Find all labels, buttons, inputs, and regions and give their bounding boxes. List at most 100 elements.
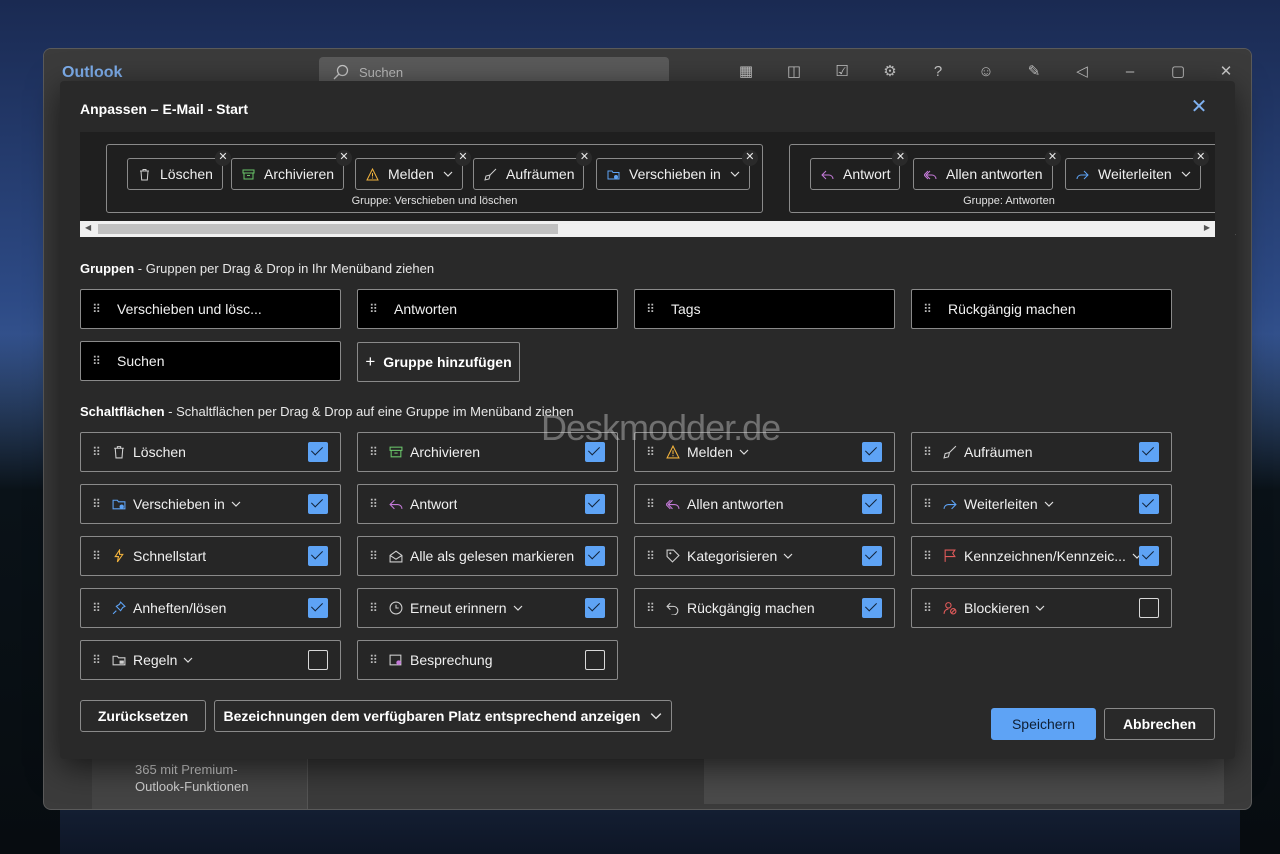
close-window-icon[interactable]: ✕ xyxy=(1213,61,1239,83)
maximize-icon[interactable]: ▢ xyxy=(1165,61,1191,83)
scroll-left-icon[interactable]: ◀ xyxy=(85,223,91,232)
button-card[interactable]: ⠿ Anheften/lösen xyxy=(80,588,341,628)
reply-icon xyxy=(820,167,834,181)
qr-icon[interactable]: ▦ xyxy=(733,61,759,83)
drag-handle-icon[interactable]: ⠿ xyxy=(358,601,388,615)
drag-handle-icon[interactable]: ⠿ xyxy=(635,302,665,316)
tasks-icon[interactable]: ☑ xyxy=(829,61,855,83)
gear-icon[interactable]: ⚙ xyxy=(877,61,903,83)
remove-icon[interactable]: ✕ xyxy=(1192,150,1209,166)
feedback-icon[interactable]: ✎ xyxy=(1021,61,1047,83)
ribbon-button-reply[interactable]: Antwort ✕ xyxy=(810,150,909,190)
help-icon[interactable]: ? xyxy=(925,61,951,83)
drag-handle-icon[interactable]: ⠿ xyxy=(81,601,111,615)
checkbox[interactable] xyxy=(1139,546,1159,566)
button-card[interactable]: ⠿ Verschieben in xyxy=(80,484,341,524)
cancel-button[interactable]: Abbrechen xyxy=(1104,708,1215,740)
button-card[interactable]: ⠿ Löschen xyxy=(80,432,341,472)
button-card[interactable]: ⠿ Kennzeichnen/Kennzeic... xyxy=(911,536,1172,576)
checkbox[interactable] xyxy=(862,546,882,566)
group-card[interactable]: ⠿ Tags xyxy=(634,289,895,329)
remove-icon[interactable]: ✕ xyxy=(741,150,758,166)
drag-handle-icon[interactable]: ⠿ xyxy=(358,653,388,667)
remove-icon[interactable]: ✕ xyxy=(336,150,353,166)
ribbon-button-sweep[interactable]: Aufräumen ✕ xyxy=(473,150,593,190)
drag-handle-icon[interactable]: ⠿ xyxy=(358,302,388,316)
drag-handle-icon[interactable]: ⠿ xyxy=(81,302,111,316)
save-button[interactable]: Speichern xyxy=(991,708,1096,740)
remove-icon[interactable]: ✕ xyxy=(214,150,231,166)
button-card[interactable]: ⠿ Erneut erinnern xyxy=(357,588,618,628)
button-card[interactable]: ⠿ Aufräumen xyxy=(911,432,1172,472)
drag-handle-icon[interactable]: ⠿ xyxy=(358,497,388,511)
remove-icon[interactable]: ✕ xyxy=(1044,150,1061,166)
trash-icon xyxy=(137,167,151,181)
remove-icon[interactable]: ✕ xyxy=(892,150,909,166)
button-card[interactable]: ⠿ Kategorisieren xyxy=(634,536,895,576)
scroll-right-icon[interactable]: ▶ xyxy=(1204,223,1210,232)
drag-handle-icon[interactable]: ⠿ xyxy=(912,445,942,459)
group-card[interactable]: ⠿ Suchen xyxy=(80,341,341,381)
checkbox[interactable] xyxy=(308,598,328,618)
checkbox[interactable] xyxy=(1139,598,1159,618)
button-card[interactable]: ⠿ Regeln xyxy=(80,640,341,680)
button-card[interactable]: ⠿ Besprechung xyxy=(357,640,618,680)
archive-icon xyxy=(388,444,404,460)
megaphone-icon[interactable]: ◁ xyxy=(1069,61,1095,83)
ribbon-button-forward[interactable]: Weiterleiten ✕ xyxy=(1065,150,1209,190)
drag-handle-icon[interactable]: ⠿ xyxy=(635,601,665,615)
add-group-button[interactable]: + Gruppe hinzufügen xyxy=(357,342,520,382)
checkbox[interactable] xyxy=(585,598,605,618)
reset-button[interactable]: Zurücksetzen xyxy=(80,700,206,732)
drag-handle-icon[interactable]: ⠿ xyxy=(81,445,111,459)
ribbon-button-move-to[interactable]: Verschieben in ✕ xyxy=(596,150,758,190)
button-card[interactable]: ⠿ Blockieren xyxy=(911,588,1172,628)
checkbox[interactable] xyxy=(862,494,882,514)
checkbox[interactable] xyxy=(1139,442,1159,462)
drag-handle-icon[interactable]: ⠿ xyxy=(635,497,665,511)
checkbox[interactable] xyxy=(862,442,882,462)
drag-handle-icon[interactable]: ⠿ xyxy=(358,445,388,459)
close-icon[interactable]: ✕ xyxy=(1189,97,1209,118)
checkbox[interactable] xyxy=(1139,494,1159,514)
button-card[interactable]: ⠿ Alle als gelesen markieren xyxy=(357,536,618,576)
checkbox[interactable] xyxy=(862,598,882,618)
drag-handle-icon[interactable]: ⠿ xyxy=(81,549,111,563)
checkbox[interactable] xyxy=(585,650,605,670)
remove-icon[interactable]: ✕ xyxy=(576,150,593,166)
ribbon-button-reply-all[interactable]: Allen antworten ✕ xyxy=(913,150,1061,190)
button-card[interactable]: ⠿ Allen antworten xyxy=(634,484,895,524)
checkbox[interactable] xyxy=(308,546,328,566)
drag-handle-icon[interactable]: ⠿ xyxy=(912,549,942,563)
drag-handle-icon[interactable]: ⠿ xyxy=(81,497,111,511)
drag-handle-icon[interactable]: ⠿ xyxy=(635,549,665,563)
group-card[interactable]: ⠿ Antworten xyxy=(357,289,618,329)
drag-handle-icon[interactable]: ⠿ xyxy=(912,302,942,316)
drag-handle-icon[interactable]: ⠿ xyxy=(81,354,111,368)
button-card[interactable]: ⠿ Rückgängig machen xyxy=(634,588,895,628)
button-card[interactable]: ⠿ Weiterleiten xyxy=(911,484,1172,524)
group-card[interactable]: ⠿ Verschieben und lösc... xyxy=(80,289,341,329)
minimize-icon[interactable]: – xyxy=(1117,61,1143,83)
group-card[interactable]: ⠿ Rückgängig machen xyxy=(911,289,1172,329)
ribbon-button-delete[interactable]: Löschen ✕ xyxy=(127,150,231,190)
scrollbar-thumb[interactable] xyxy=(98,224,558,234)
checkbox[interactable] xyxy=(308,442,328,462)
drag-handle-icon[interactable]: ⠿ xyxy=(81,653,111,667)
drag-handle-icon[interactable]: ⠿ xyxy=(912,601,942,615)
checkbox[interactable] xyxy=(308,494,328,514)
people-icon[interactable]: ☺ xyxy=(973,61,999,83)
ribbon-button-archive[interactable]: Archivieren ✕ xyxy=(231,150,353,190)
button-card[interactable]: ⠿ Schnellstart xyxy=(80,536,341,576)
horizontal-scrollbar[interactable]: ◀ ▶ xyxy=(80,221,1215,237)
office-icon[interactable]: ◫ xyxy=(781,61,807,83)
drag-handle-icon[interactable]: ⠿ xyxy=(912,497,942,511)
remove-icon[interactable]: ✕ xyxy=(454,150,471,166)
drag-handle-icon[interactable]: ⠿ xyxy=(358,549,388,563)
checkbox[interactable] xyxy=(585,546,605,566)
checkbox[interactable] xyxy=(585,494,605,514)
ribbon-button-report[interactable]: Melden ✕ xyxy=(355,150,471,190)
checkbox[interactable] xyxy=(308,650,328,670)
labels-option-dropdown[interactable]: Bezeichnungen dem verfügbaren Platz ents… xyxy=(214,700,672,732)
button-card[interactable]: ⠿ Antwort xyxy=(357,484,618,524)
